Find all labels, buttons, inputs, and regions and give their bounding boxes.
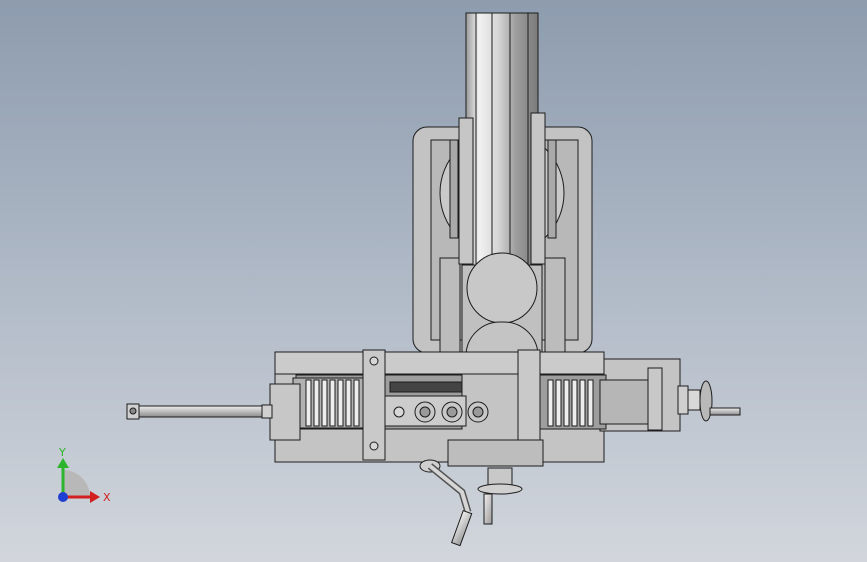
cad-viewport[interactable]: Y X	[0, 0, 867, 562]
x-axis-label: X	[103, 491, 111, 504]
milling-drilling-machine-model	[126, 12, 741, 547]
rack-teeth	[389, 381, 463, 393]
triad-xy-plane-arc	[63, 470, 90, 497]
y-axis-label: Y	[58, 446, 66, 459]
x-axis-arrow-icon	[90, 491, 100, 503]
coordinate-triad: Y X	[57, 446, 111, 504]
right-handwheel	[677, 380, 741, 422]
z-axis-dot-icon	[58, 492, 68, 502]
y-axis-arrow-icon	[57, 458, 69, 468]
left-bellows	[305, 379, 360, 427]
left-feed-rod	[126, 403, 273, 420]
